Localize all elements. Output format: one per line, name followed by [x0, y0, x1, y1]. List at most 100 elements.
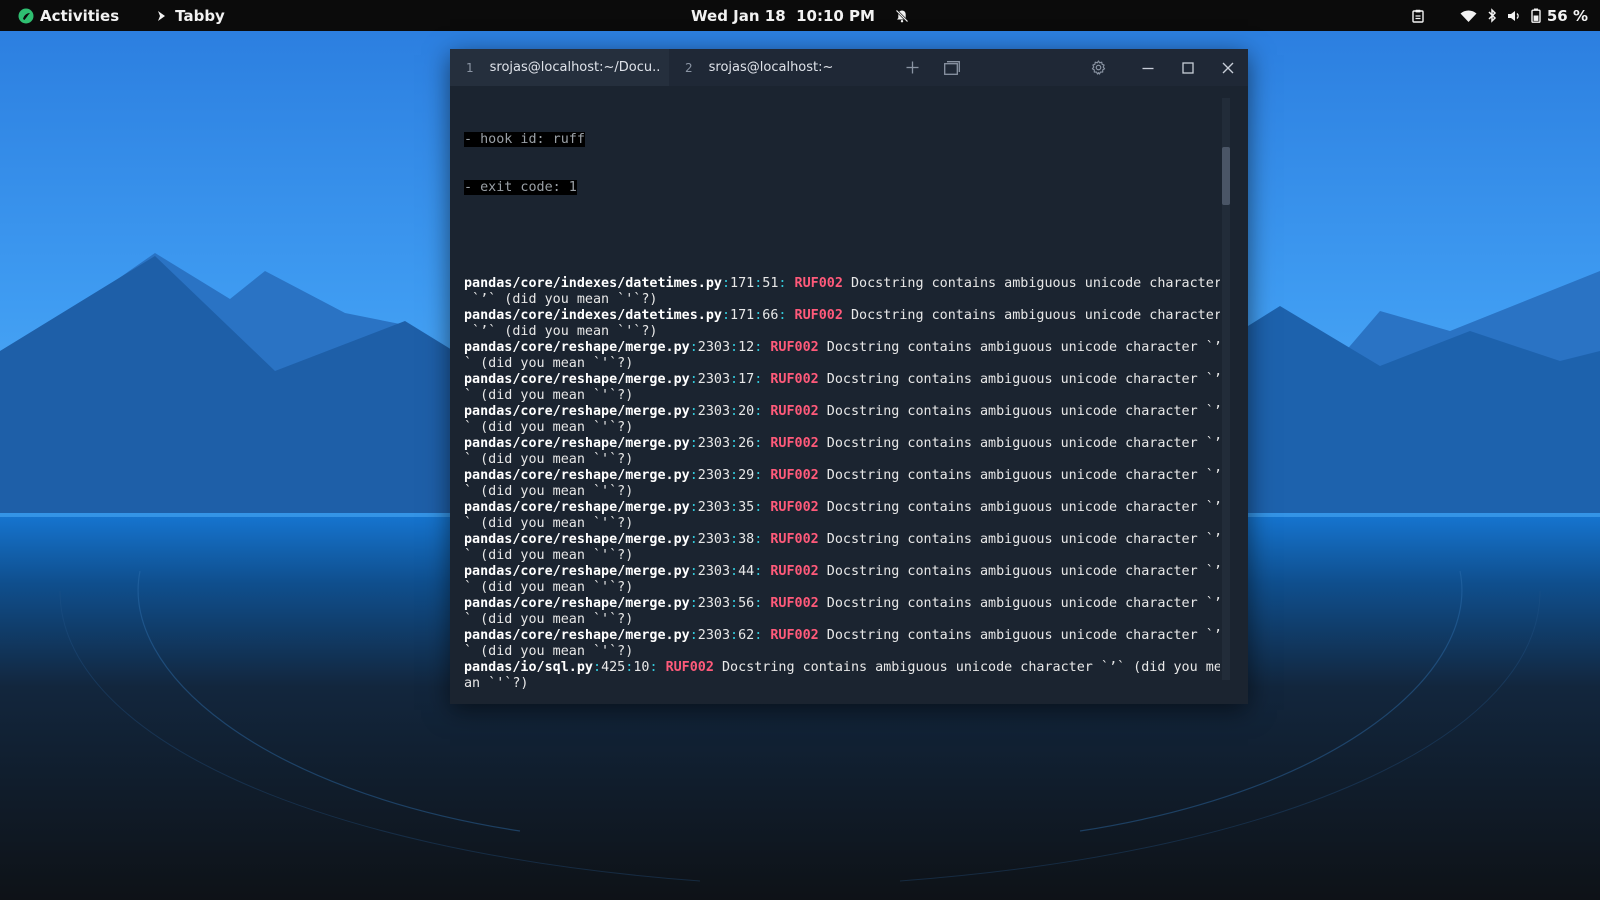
rule-code: RUF002 [770, 340, 819, 355]
column-number: 26 [738, 436, 755, 451]
battery-indicator[interactable]: 56 % [1531, 7, 1588, 25]
rule-code: RUF002 [770, 468, 819, 483]
tab-2[interactable]: 2 srojas@localhost:~ [669, 49, 889, 86]
column-number: 35 [738, 500, 755, 515]
separator: : [754, 596, 771, 611]
line-number: 2303 [697, 340, 731, 355]
separator: : [778, 276, 795, 291]
tabby-window: 1 srojas@localhost:~/Docu... 2 srojas@lo… [450, 49, 1248, 704]
wifi-icon[interactable] [1460, 9, 1477, 23]
message: Docstring contains ambiguous unicode cha… [722, 660, 1093, 675]
line-number: 2303 [697, 564, 731, 579]
rule-code: RUF002 [770, 436, 819, 451]
separator: : [754, 532, 771, 547]
line-number: 2303 [697, 628, 731, 643]
new-tab-button[interactable] [892, 49, 932, 86]
separator: : [754, 340, 771, 355]
clipboard-icon[interactable] [1412, 9, 1424, 23]
lint-result-line: pandas/core/indexes/datetimes.py:171:66:… [464, 308, 1220, 324]
battery-percent: 56 % [1546, 6, 1588, 25]
lint-result-line: pandas/core/reshape/merge.py:2303:44: RU… [464, 564, 1220, 580]
app-menu[interactable]: Tabby [155, 7, 225, 25]
file-path: pandas/core/reshape/merge.py [464, 500, 690, 515]
separator: : [730, 596, 739, 611]
separator: : [689, 436, 698, 451]
terminal-line: - hook id: ruff [464, 132, 1220, 148]
separator: : [730, 564, 739, 579]
terminal-scrollbar[interactable] [1222, 98, 1230, 680]
rule-code: RUF002 [794, 276, 843, 291]
lint-result-line: pandas/core/reshape/merge.py:2303:20: RU… [464, 404, 1220, 420]
tab-title: srojas@localhost:~ [708, 60, 834, 75]
rule-code: RUF002 [770, 596, 819, 611]
line-number: 2303 [697, 500, 731, 515]
volume-icon[interactable] [1507, 9, 1521, 23]
message-tail: `’ [1197, 628, 1220, 643]
maximize-button[interactable] [1168, 49, 1208, 86]
lint-result-wrap-line: ` (did you mean `'`?) [464, 388, 634, 403]
line-number: 171 [730, 276, 755, 291]
lint-result-line: pandas/core/reshape/merge.py:2303:38: RU… [464, 532, 1220, 548]
battery-icon [1531, 8, 1541, 23]
profiles-button[interactable] [932, 49, 972, 86]
top-bar: Activities Tabby Wed Jan 18 10:10 PM 56 … [0, 0, 1600, 31]
separator: : [730, 372, 739, 387]
gnome-foot-icon [18, 8, 34, 24]
column-number: 62 [738, 628, 755, 643]
close-button[interactable] [1208, 49, 1248, 86]
separator: : [730, 532, 739, 547]
lint-result-wrap-line: an `'`?) [464, 676, 529, 690]
lint-result-line: pandas/core/indexes/datetimes.py:171:51:… [464, 276, 1220, 292]
clock-menu[interactable]: Wed Jan 18 10:10 PM [691, 7, 909, 25]
plus-icon [906, 61, 919, 74]
file-path: pandas/io/sql.py [464, 660, 593, 675]
separator: : [689, 468, 698, 483]
separator: : [730, 468, 739, 483]
column-number: 38 [738, 532, 755, 547]
activities-button[interactable]: Activities [18, 7, 119, 25]
rule-code: RUF002 [770, 564, 819, 579]
tab-1[interactable]: 1 srojas@localhost:~/Docu... [450, 49, 669, 86]
separator: : [754, 500, 771, 515]
line-number: 171 [730, 308, 755, 323]
clock: Wed Jan 18 10:10 PM [691, 6, 875, 25]
file-path: pandas/core/reshape/merge.py [464, 404, 690, 419]
tab-number: 2 [685, 60, 693, 75]
scrollbar-thumb[interactable] [1222, 147, 1230, 205]
column-number: 12 [738, 340, 755, 355]
message-tail: `’ [1197, 436, 1220, 451]
message: Docstring contains ambiguous unicode cha… [826, 404, 1198, 419]
tab-bar: 1 srojas@localhost:~/Docu... 2 srojas@lo… [450, 49, 1248, 86]
separator: : [754, 372, 771, 387]
tab-title: srojas@localhost:~/Docu... [489, 60, 660, 75]
rule-code: RUF002 [794, 308, 843, 323]
terminal-output[interactable]: - hook id: ruff - exit code: 1 pandas/co… [464, 100, 1220, 690]
line-number: 2303 [697, 404, 731, 419]
hook-id-line: - hook id: ruff [464, 132, 585, 147]
file-path: pandas/core/indexes/datetimes.py [464, 276, 722, 291]
separator: : [754, 436, 771, 451]
file-path: pandas/core/reshape/merge.py [464, 372, 690, 387]
message: Docstring contains ambiguous unicode cha… [826, 564, 1198, 579]
rule-code: RUF002 [770, 372, 819, 387]
lint-result-wrap-line: `’` (did you mean `'`?) [464, 292, 658, 307]
minimize-button[interactable] [1128, 49, 1168, 86]
settings-button[interactable] [1078, 49, 1118, 86]
bell-muted-icon [895, 9, 909, 23]
column-number: 44 [738, 564, 755, 579]
lint-result-line: pandas/core/reshape/merge.py:2303:62: RU… [464, 628, 1220, 644]
message-tail: `’ [1197, 596, 1220, 611]
separator: : [593, 660, 602, 675]
bluetooth-icon[interactable] [1487, 8, 1497, 23]
separator: : [689, 596, 698, 611]
app-name: Tabby [175, 6, 225, 25]
separator: : [721, 308, 731, 323]
separator: : [730, 436, 739, 451]
message: Docstring contains ambiguous unicode cha… [826, 436, 1198, 451]
close-icon [1222, 62, 1234, 74]
message-tail: `’ [1197, 564, 1220, 579]
lint-result-line: pandas/core/reshape/merge.py:2303:17: RU… [464, 372, 1220, 388]
